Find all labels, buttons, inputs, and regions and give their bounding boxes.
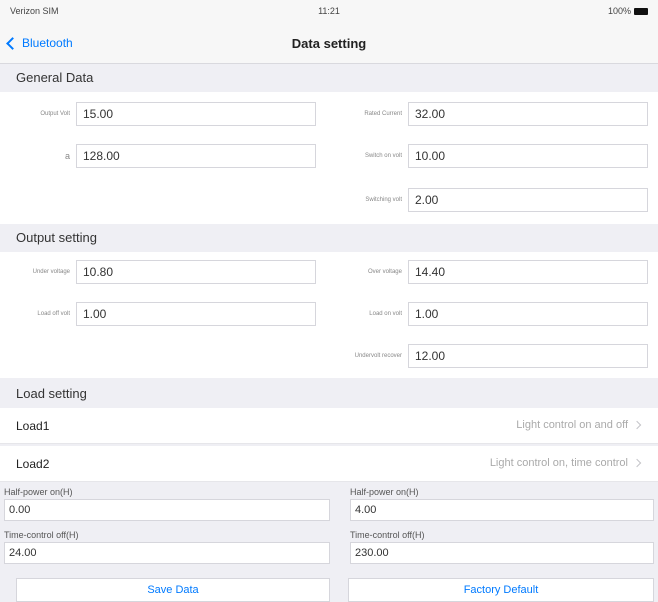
save-data-button[interactable]: Save Data [16,578,330,602]
status-right: 100% [608,6,648,16]
load2-mode: Light control on, time control [489,457,628,469]
under-voltage-row: Under voltage [0,260,316,284]
undervolt-recover-row: Undervolt recover [330,344,648,368]
over-voltage-field[interactable] [408,260,648,284]
under-voltage-label: Under voltage [32,269,70,275]
battery-percent: 100% [607,6,631,16]
chevron-right-icon [632,458,642,468]
half-power-on-label: Half-power on(H) [4,487,73,497]
rated-current-label: Rated Current [364,111,402,117]
time-control-off-2-field[interactable] [350,542,654,564]
time-control-off-field[interactable] [4,542,330,564]
output-volt-label: Output Volt [40,111,70,117]
rated-current-field[interactable] [408,102,648,126]
output-volt-row: Output Volt [0,102,316,126]
load-on-volt-field[interactable] [408,302,648,326]
load2-label: Load2 [16,457,50,471]
a-row: a [0,144,316,168]
load-setting-header: Load setting [0,380,658,408]
factory-default-button[interactable]: Factory Default [348,578,654,602]
time-control-off-label: Time-control off(H) [4,530,79,540]
load-on-volt-label: Load on volt [369,311,402,317]
undervolt-recover-label: Undervolt recover [354,353,402,359]
navigation-bar: Bluetooth Data setting [0,22,658,64]
load-on-volt-row: Load on volt [330,302,648,326]
switching-volt-field[interactable] [408,188,648,212]
switch-on-volt-field[interactable] [408,144,648,168]
output-setting-section: Under voltage Over voltage Load off volt… [0,252,658,378]
over-voltage-row: Over voltage [330,260,648,284]
load1-mode: Light control on and off [516,419,628,431]
load1-value: Light control on and off [516,419,642,431]
battery-icon [634,7,648,15]
chevron-right-icon [632,420,642,430]
half-power-on-2-label: Half-power on(H) [350,487,419,497]
general-data-section: Output Volt Rated Current a Switch on vo… [0,92,658,224]
status-time: 11:21 [318,6,340,16]
page-title: Data setting [291,36,367,51]
a-field[interactable] [76,144,316,168]
half-power-on-field[interactable] [4,499,330,521]
load-off-volt-field[interactable] [76,302,316,326]
switch-on-volt-row: Switch on volt [330,144,648,168]
load-off-volt-row: Load off volt [0,302,316,326]
switching-volt-row: Switching volt [330,188,648,212]
switch-on-volt-label: Switch on volt [364,153,402,159]
load-off-volt-label: Load off volt [37,311,70,317]
load1-row[interactable]: Load1 Light control on and off [0,408,658,444]
time-control-off-2-label: Time-control off(H) [350,530,425,540]
a-label: a [64,151,70,161]
rated-current-row: Rated Current [330,102,648,126]
under-voltage-field[interactable] [76,260,316,284]
general-data-header: General Data [0,64,658,92]
half-power-on-2-field[interactable] [350,499,654,521]
undervolt-recover-field[interactable] [408,344,648,368]
output-setting-header: Output setting [0,224,658,252]
output-volt-field[interactable] [76,102,316,126]
status-bar: Verizon SIM 11:21 100% [0,0,658,22]
load1-label: Load1 [16,419,50,433]
load2-value: Light control on, time control [489,457,642,469]
switching-volt-label: Switching volt [365,197,402,203]
load2-row[interactable]: Load2 Light control on, time control [0,446,658,482]
over-voltage-label: Over voltage [367,269,402,275]
